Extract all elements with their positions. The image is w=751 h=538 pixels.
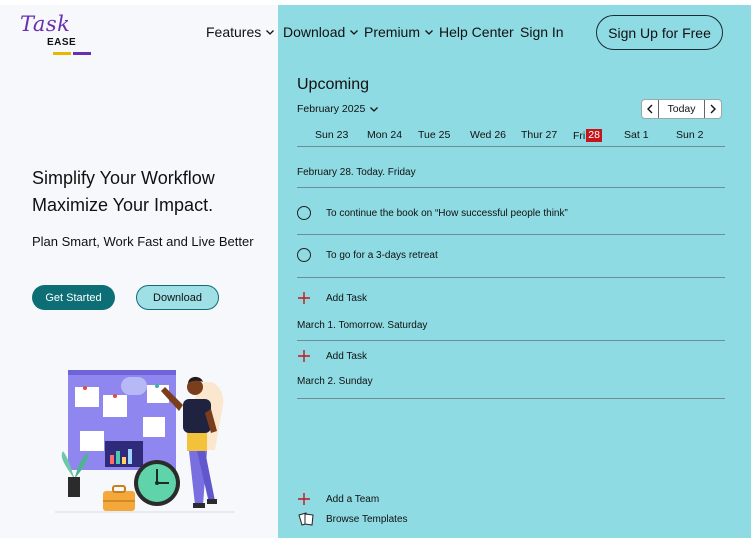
month-label: February 2025 (297, 103, 366, 115)
task-item[interactable]: To continue the book on “How successful … (297, 204, 725, 222)
divider (297, 234, 725, 235)
day-wed-26[interactable]: Wed 26 (470, 129, 506, 141)
day-sat-1[interactable]: Sat 1 (624, 129, 649, 141)
nav-premium-label: Premium (364, 24, 421, 40)
date-navigator: Today (641, 99, 722, 119)
section-label-today: February 28. Today. Friday (297, 167, 416, 178)
day-thur-27[interactable]: Thur 27 (521, 129, 557, 141)
browse-templates-button[interactable]: Browse Templates (297, 511, 497, 527)
add-task-label: Add Task (326, 292, 367, 304)
day-sun-2[interactable]: Sun 2 (676, 129, 703, 141)
day-mon-24[interactable]: Mon 24 (367, 129, 402, 141)
hero-title: Simplify Your Workflow Maximize Your Imp… (32, 165, 272, 219)
nav-help-center-label: Help Center (439, 24, 514, 40)
chevron-down-icon (370, 107, 379, 112)
day-fri-28-today[interactable]: Fri 28 (573, 129, 602, 142)
browse-templates-label: Browse Templates (326, 513, 408, 525)
nav-sign-in[interactable]: Sign In (520, 24, 564, 40)
logo-script: Task (20, 12, 71, 36)
hero-illustration (55, 370, 235, 513)
chevron-right-icon (710, 104, 716, 114)
logo-wordmark: EASE (47, 37, 77, 48)
task-item[interactable]: To go for a 3-days retreat (297, 246, 725, 264)
hero-title-line1: Simplify Your Workflow (32, 168, 215, 188)
plus-icon (298, 350, 310, 362)
chevron-left-icon (647, 104, 653, 114)
hero-subtitle: Plan Smart, Work Fast and Live Better (32, 234, 254, 249)
nav-features-label: Features (206, 24, 262, 40)
day-sun-23[interactable]: Sun 23 (315, 129, 348, 141)
chevron-down-icon (350, 30, 359, 35)
divider (297, 398, 725, 399)
month-selector[interactable]: February 2025 (297, 103, 379, 115)
add-team-label: Add a Team (326, 493, 380, 505)
divider (297, 187, 725, 188)
week-strip: Sun 23 Mon 24 Tue 25 Wed 26 Thur 27 Fri 2… (297, 129, 725, 145)
task-checkbox[interactable] (297, 206, 311, 220)
section-label-tomorrow: March 1. Tomorrow. Saturday (297, 320, 428, 331)
nav-premium[interactable]: Premium (364, 24, 434, 40)
sign-up-button[interactable]: Sign Up for Free (596, 15, 723, 50)
plus-icon (298, 292, 310, 304)
logo-bar-yellow (53, 52, 71, 55)
page: Task EASE Features Download Premium Help… (0, 0, 751, 538)
nav-download-label: Download (283, 24, 346, 40)
nav-sign-in-label: Sign In (520, 24, 564, 40)
divider (297, 146, 725, 147)
plus-icon (298, 493, 310, 505)
download-button[interactable]: Download (136, 285, 219, 310)
prev-week-button[interactable] (642, 100, 658, 118)
task-text: To go for a 3-days retreat (326, 249, 438, 261)
chevron-down-icon (266, 30, 275, 35)
nav-download[interactable]: Download (283, 24, 359, 40)
hero-title-line2: Maximize Your Impact. (32, 195, 214, 215)
get-started-button[interactable]: Get Started (32, 285, 115, 310)
logo-bar-purple (73, 52, 91, 55)
add-task-label: Add Task (326, 350, 367, 362)
logo[interactable]: Task EASE (20, 12, 100, 62)
add-task-button-tomorrow[interactable]: Add Task (297, 348, 497, 364)
divider (297, 277, 725, 278)
today-date-badge: 28 (586, 129, 602, 142)
section-label-sunday: March 2. Sunday (297, 376, 373, 387)
next-week-button[interactable] (705, 100, 721, 118)
day-tue-25[interactable]: Tue 25 (418, 129, 450, 141)
chevron-down-icon (425, 30, 433, 35)
task-text: To continue the book on “How successful … (326, 207, 568, 219)
nav-features[interactable]: Features (206, 24, 275, 40)
add-team-button[interactable]: Add a Team (297, 491, 497, 507)
nav-help-center[interactable]: Help Center (439, 24, 514, 40)
add-task-button-today[interactable]: Add Task (297, 290, 497, 306)
today-button[interactable]: Today (658, 100, 705, 118)
divider (297, 340, 725, 341)
task-checkbox[interactable] (297, 248, 311, 262)
templates-icon (298, 512, 314, 526)
upcoming-heading: Upcoming (297, 76, 370, 93)
